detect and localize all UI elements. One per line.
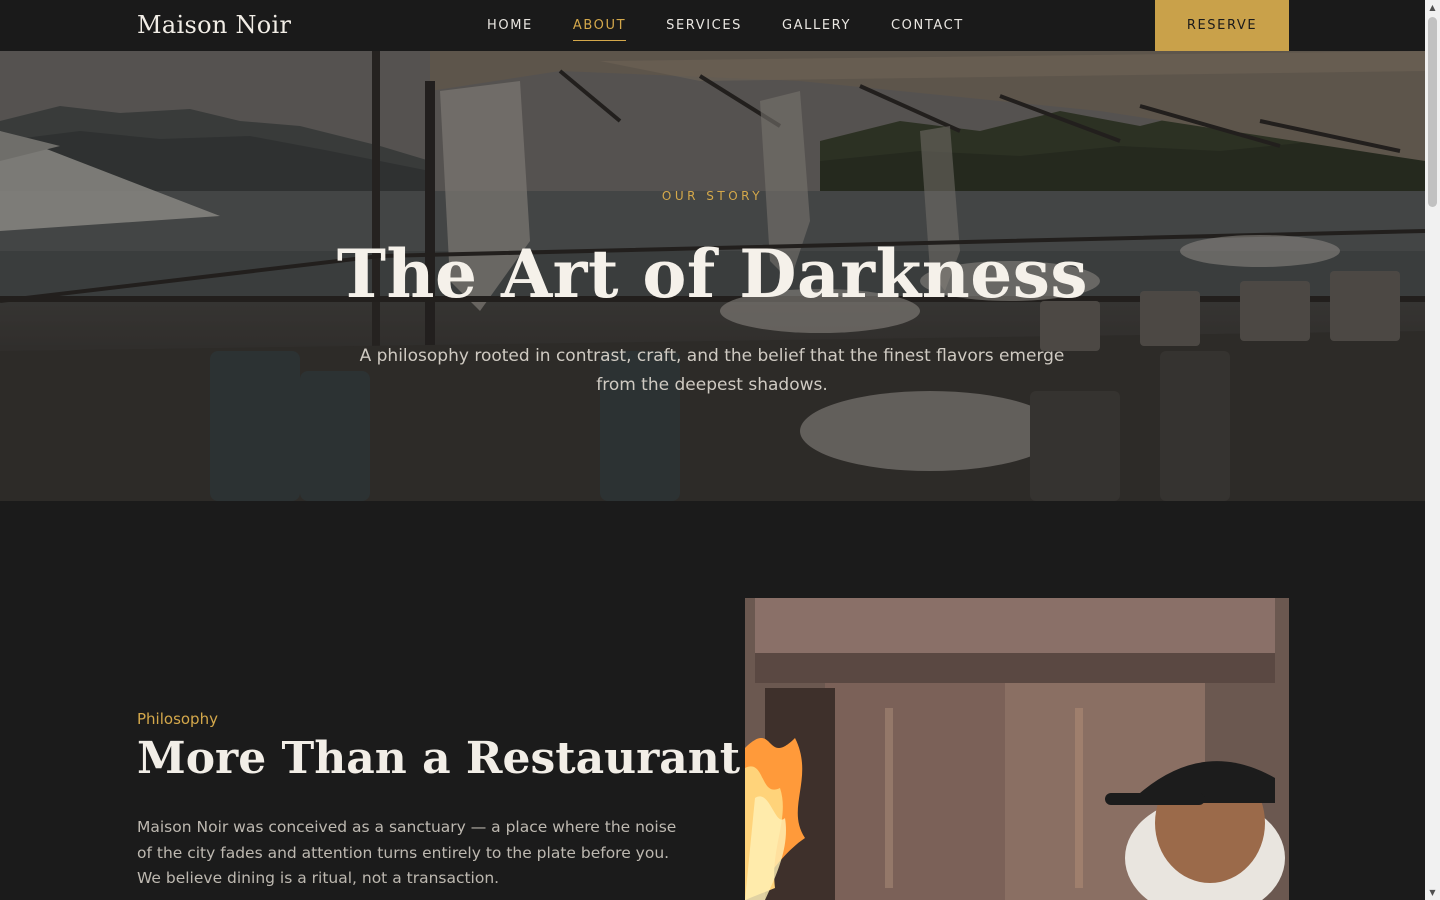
scrollbar-thumb[interactable] xyxy=(1428,17,1437,207)
hero-section: OUR STORY The Art of Darkness A philosop… xyxy=(0,51,1425,501)
nav-about[interactable]: ABOUT xyxy=(572,14,627,41)
triangle-up-icon[interactable]: ▲ xyxy=(1425,0,1440,15)
section-body: Maison Noir was conceived as a sanctuary… xyxy=(137,818,677,887)
hero-subtitle: A philosophy rooted in contrast, craft, … xyxy=(359,346,1065,395)
main-nav: HOME ABOUT SERVICES GALLERY CONTACT xyxy=(487,0,1004,51)
chef-photo xyxy=(745,598,1289,900)
hero-eyebrow: OUR STORY xyxy=(661,189,764,203)
nav-services[interactable]: SERVICES xyxy=(666,14,742,37)
chef-photo-image xyxy=(745,598,1289,900)
nav-home[interactable]: HOME xyxy=(487,14,533,37)
vertical-scrollbar[interactable]: ▲ ▼ xyxy=(1425,0,1440,900)
section-title: More Than a Restaurant xyxy=(137,733,741,784)
nav-gallery[interactable]: GALLERY xyxy=(782,14,851,37)
hero-title: The Art of Darkness xyxy=(336,235,1089,313)
triangle-down-icon[interactable]: ▼ xyxy=(1425,885,1440,900)
site-header: Maison Noir HOME ABOUT SERVICES GALLERY … xyxy=(0,0,1425,51)
section-eyebrow: Philosophy xyxy=(137,710,218,728)
reserve-button[interactable]: RESERVE xyxy=(1155,0,1289,51)
nav-contact[interactable]: CONTACT xyxy=(891,14,964,37)
brand-logo[interactable]: Maison Noir xyxy=(137,11,291,39)
